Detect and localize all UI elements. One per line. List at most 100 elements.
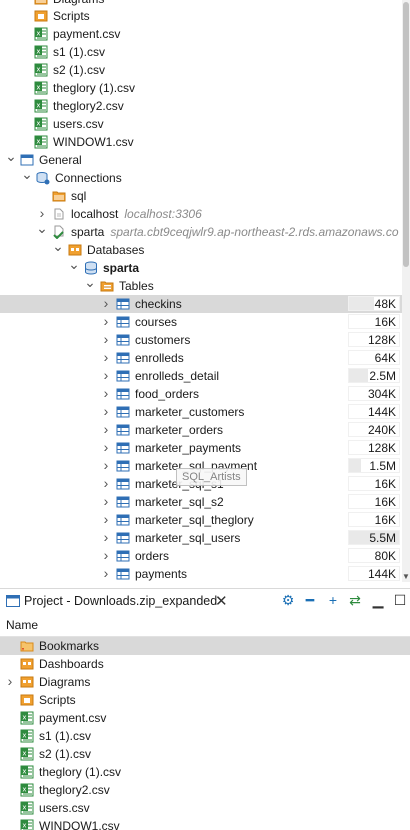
table-icon: [116, 531, 130, 545]
tree-item-label: localhost localhost:3306: [71, 207, 202, 221]
table-row[interactable]: › food_orders 304K: [0, 385, 402, 403]
project-tree-item[interactable]: x users.csv: [0, 799, 410, 817]
tree-item[interactable]: ⌄ sparta: [0, 257, 402, 277]
tree-item-label: checkins: [135, 297, 182, 311]
chevron-right-icon[interactable]: ›: [100, 511, 112, 529]
table-row[interactable]: › marketer_sql_users 5.5M: [0, 529, 402, 547]
tree-item[interactable]: Scripts: [0, 7, 402, 25]
tree-item-label: Scripts: [39, 693, 76, 707]
project-tab-title[interactable]: Project - Downloads.zip_expanded: [24, 594, 217, 608]
table-size-bar: 2.5M: [348, 368, 400, 383]
table-row[interactable]: › orders 80K: [0, 547, 402, 565]
chevron-down-icon[interactable]: ⌄: [52, 239, 64, 259]
project-tree-item[interactable]: Bookmarks: [0, 637, 410, 655]
scrollbar-thumb[interactable]: [403, 2, 409, 267]
chevron-down-icon[interactable]: ⌄: [36, 221, 48, 241]
table-row[interactable]: › enrolleds 64K: [0, 349, 402, 367]
tree-item[interactable]: x theglory (1).csv: [0, 79, 402, 97]
tree-item[interactable]: x s2 (1).csv: [0, 61, 402, 79]
chevron-right-icon[interactable]: ›: [100, 367, 112, 385]
project-column-header[interactable]: Name: [0, 614, 410, 637]
chevron-down-icon[interactable]: ⌄: [5, 149, 17, 169]
chevron-right-icon[interactable]: ›: [100, 385, 112, 403]
tree-item[interactable]: › localhost localhost:3306: [0, 205, 402, 223]
table-size-bar: 240K: [348, 422, 400, 437]
tree-item[interactable]: x payment.csv: [0, 25, 402, 43]
csv-file-icon: x: [20, 747, 34, 761]
table-size-bar: 144K: [348, 566, 400, 581]
project-tree-item[interactable]: › Diagrams: [0, 673, 410, 691]
chevron-right-icon[interactable]: ›: [100, 421, 112, 439]
collapse-all-icon[interactable]: ━: [302, 592, 318, 610]
link-with-editor-icon[interactable]: ⇄: [347, 592, 363, 610]
chevron-down-icon[interactable]: ⌄: [21, 167, 33, 187]
tree-item[interactable]: x s1 (1).csv: [0, 43, 402, 61]
tree-item[interactable]: ⌄ General: [0, 149, 402, 169]
chevron-right-icon[interactable]: ›: [4, 673, 16, 691]
tree-vertical-scrollbar[interactable]: ▼: [402, 0, 410, 582]
project-tree: Bookmarks Dashboards › Diagrams Scripts x paym…: [0, 636, 410, 830]
tree-item[interactable]: x WINDOW1.csv: [0, 133, 402, 151]
csv-file-icon: x: [34, 117, 48, 131]
project-tree-item[interactable]: Dashboards: [0, 655, 410, 673]
chevron-right-icon[interactable]: ›: [100, 457, 112, 475]
chevron-down-icon[interactable]: ⌄: [84, 275, 96, 295]
table-row[interactable]: › marketer_orders 240K: [0, 421, 402, 439]
gear-icon[interactable]: ⚙: [280, 592, 296, 610]
table-row[interactable]: › payments 144K: [0, 565, 402, 582]
close-icon[interactable]: ✕: [215, 592, 228, 610]
tree-item-label: s2 (1).csv: [53, 63, 106, 77]
table-row[interactable]: › customers 128K: [0, 331, 402, 349]
add-icon[interactable]: +: [325, 592, 341, 610]
tree-item[interactable]: sql: [0, 187, 402, 205]
table-row[interactable]: › checkins 48K: [0, 295, 402, 313]
minimize-icon[interactable]: ▁: [370, 592, 386, 610]
chevron-right-icon[interactable]: ›: [100, 295, 112, 313]
tree-item[interactable]: x theglory2.csv: [0, 97, 402, 115]
tree-item[interactable]: ⌄ Tables: [0, 275, 402, 295]
chevron-right-icon[interactable]: ›: [100, 331, 112, 349]
project-tree-item[interactable]: x WINDOW1.csv: [0, 817, 410, 830]
table-size-bar: 1.5M: [348, 458, 400, 473]
chevron-down-icon[interactable]: ⌄: [68, 257, 80, 277]
table-row[interactable]: › marketer_sql_theglory 16K: [0, 511, 402, 529]
chevron-right-icon[interactable]: ›: [100, 547, 112, 565]
chevron-right-icon[interactable]: ›: [100, 565, 112, 582]
chevron-right-icon[interactable]: ›: [100, 349, 112, 367]
chevron-right-icon[interactable]: ›: [100, 439, 112, 457]
tree-item-label: sparta: [103, 261, 140, 275]
chevron-right-icon[interactable]: ›: [100, 493, 112, 511]
tree-item[interactable]: x users.csv: [0, 115, 402, 133]
project-tree-item[interactable]: x theglory (1).csv: [0, 763, 410, 781]
table-row[interactable]: › enrolleds_detail 2.5M: [0, 367, 402, 385]
table-row[interactable]: › marketer_sql_s2 16K: [0, 493, 402, 511]
tree-item[interactable]: ⌄ Databases: [0, 239, 402, 259]
table-icon: [116, 459, 130, 473]
chevron-right-icon[interactable]: ›: [100, 529, 112, 547]
tree-item-label: Tables: [119, 279, 154, 293]
svg-text:x: x: [22, 732, 26, 740]
project-tree-item[interactable]: x theglory2.csv: [0, 781, 410, 799]
scroll-down-arrow-icon[interactable]: ▼: [402, 572, 410, 582]
maximize-icon[interactable]: ☐: [392, 592, 408, 610]
tree-item-label: sparta sparta.cbt9ceqjwlr9.ap-northeast-2…: [71, 225, 399, 239]
csv-file-icon: x: [20, 711, 34, 725]
project-tree-item[interactable]: Scripts: [0, 691, 410, 709]
folder-icon: [34, 0, 48, 6]
chevron-right-icon[interactable]: ›: [100, 403, 112, 421]
tree-item-label: food_orders: [135, 387, 200, 401]
table-row[interactable]: › courses 16K: [0, 313, 402, 331]
chevron-right-icon[interactable]: ›: [100, 475, 112, 493]
csv-file-icon: x: [34, 63, 48, 77]
csv-file-icon: x: [20, 729, 34, 743]
db-connection-icon: [52, 207, 66, 221]
table-row[interactable]: › marketer_payments 128K: [0, 439, 402, 457]
table-icon: [116, 369, 130, 383]
project-tree-item[interactable]: x s2 (1).csv: [0, 745, 410, 763]
tree-item[interactable]: ⌄ Connections: [0, 167, 402, 187]
project-tree-item[interactable]: x s1 (1).csv: [0, 727, 410, 745]
table-icon: [116, 297, 130, 311]
table-row[interactable]: › marketer_customers 144K: [0, 403, 402, 421]
chevron-right-icon[interactable]: ›: [100, 313, 112, 331]
project-tree-item[interactable]: x payment.csv: [0, 709, 410, 727]
